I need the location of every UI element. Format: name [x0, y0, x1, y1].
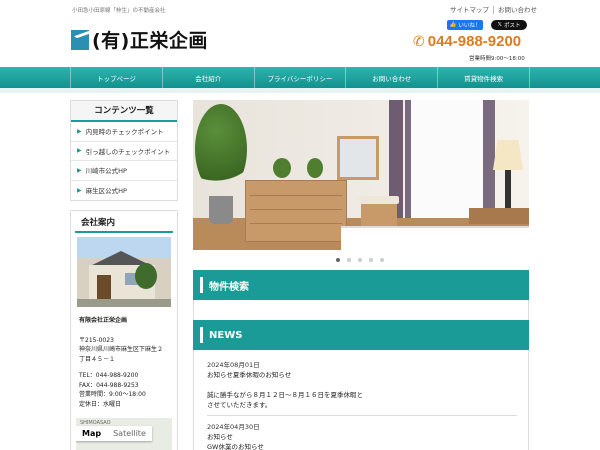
x-post-label: ポスト — [503, 23, 521, 29]
facebook-like-button[interactable]: 👍 いいね！ — [447, 20, 483, 30]
property-search-heading: 物件検索 — [193, 270, 529, 300]
company-hours: 営業時間：9:00～18:00 — [79, 391, 146, 398]
slider-pagination — [336, 258, 384, 262]
arrow-right-icon: ▶ — [77, 186, 82, 194]
x-logo-icon: 𝕏 — [497, 22, 502, 28]
map-tab-satellite[interactable]: Satellite — [107, 426, 152, 441]
news-list: 2024年08月01日 お知らせ夏季休暇のお知らせ 誠に勝手ながら８月１２日～８… — [207, 360, 517, 450]
sidebar-item-label: 内見時のチェックポイント — [85, 128, 164, 137]
news-heading: NEWS — [193, 320, 529, 350]
logo-text: (有)正栄企画 — [92, 30, 208, 52]
arrow-right-icon: ▶ — [77, 166, 82, 174]
news-date: 2024年04月30日 — [207, 423, 260, 431]
site-tagline: 小田急小田原線「柿生」の不動産会社 — [72, 8, 166, 14]
news-body: させていただきます。 — [207, 401, 272, 409]
site-logo[interactable]: (有)正栄企画 — [71, 26, 208, 53]
company-name: 有限会社正栄企画 — [79, 317, 128, 324]
slider-dot[interactable] — [358, 258, 362, 262]
news-body: GW休業のお知らせ — [207, 443, 264, 450]
nav-item-top[interactable]: トップページ — [70, 67, 163, 88]
hero-slider[interactable] — [193, 100, 529, 250]
news-divider — [207, 415, 517, 416]
company-title: 会社案内 — [75, 211, 173, 233]
sidebar-item-label: 引っ越しのチェックポイント — [85, 147, 171, 156]
phone-icon: ✆ — [413, 33, 425, 50]
slider-dot[interactable] — [369, 258, 373, 262]
news-item: 2024年08月01日 お知らせ夏季休暇のお知らせ 誠に勝手ながら８月１２日～８… — [207, 360, 517, 410]
nav-item-privacy[interactable]: プライバシーポリシー — [255, 67, 347, 88]
map-tab-map[interactable]: Map — [76, 426, 107, 441]
sitemap-link[interactable]: サイトマップ — [446, 6, 494, 14]
company-postal: 〒215-0023 — [79, 336, 114, 344]
nav-item-rental-search[interactable]: 賃貸物件検索 — [438, 67, 530, 88]
global-nav: トップページ 会社紹介 プライバシーポリシー お問い合わせ 賃貸物件検索 — [0, 67, 600, 88]
logo-mark-icon — [71, 29, 89, 50]
arrow-right-icon: ▶ — [77, 147, 82, 155]
sidebar-item-label: 麻生区公式HP — [85, 187, 127, 196]
news-item: 2024年04月30日 お知らせ GW休業のお知らせ — [207, 422, 517, 450]
company-closed-day: 定休日：水曜日 — [79, 400, 122, 408]
news-body: 誠に勝手ながら８月１２日～８月１６日を夏季休暇と — [207, 391, 363, 399]
company-building-photo — [77, 237, 171, 307]
company-tel: TEL：044-988-9200 — [79, 372, 139, 379]
slider-dot[interactable] — [336, 258, 340, 262]
slider-dot[interactable] — [380, 258, 384, 262]
nav-item-contact[interactable]: お問い合わせ — [346, 67, 439, 88]
company-info: 有限会社正栄企画 〒215-0023 神奈川県川崎市麻生区下麻生２ 丁目４５－１… — [71, 316, 177, 409]
news-title[interactable]: お知らせ夏季休暇のお知らせ — [207, 370, 517, 380]
facebook-like-label: いいね！ — [458, 23, 481, 29]
sidebar-item-moving-checkpoints[interactable]: ▶ 引っ越しのチェックポイント — [71, 142, 177, 161]
sidebar-item-asao-hp[interactable]: ▶ 麻生区公式HP — [71, 181, 177, 201]
company-fax: FAX：044-988-9253 — [79, 381, 139, 389]
sidebar-item-kawasaki-hp[interactable]: ▶ 川崎市公式HP — [71, 161, 177, 181]
company-box: 会社案内 有限会社正栄企画 〒215-0023 神奈川県川崎市麻生区下麻生２ 丁… — [70, 210, 178, 450]
embedded-map[interactable]: SHIMOASAO Map Satellite — [76, 418, 172, 450]
social-buttons: 👍 いいね！ 𝕏 ポスト — [447, 20, 527, 30]
company-address-line2: 丁目４５－１ — [79, 355, 116, 363]
thumbs-up-icon: 👍 — [449, 22, 457, 28]
nav-item-company[interactable]: 会社紹介 — [163, 67, 255, 88]
contents-title: コンテンツ一覧 — [71, 101, 177, 122]
nav-underband — [0, 88, 600, 93]
company-address-line1: 神奈川県川崎市麻生区下麻生２ — [79, 346, 164, 353]
map-type-tabs: Map Satellite — [76, 426, 152, 441]
business-hours: 営業時間9:00～18:00 — [469, 56, 525, 62]
phone-number: 044-988-9200 — [427, 33, 522, 50]
phone-block: ✆ 044-988-9200 — [413, 33, 521, 50]
sidebar-item-label: 川崎市公式HP — [85, 167, 127, 176]
x-post-button[interactable]: 𝕏 ポスト — [491, 20, 527, 30]
news-date: 2024年08月01日 — [207, 361, 260, 369]
contact-link[interactable]: お問い合わせ — [494, 6, 541, 14]
contents-box: コンテンツ一覧 ▶ 内見時のチェックポイント ▶ 引っ越しのチェックポイント ▶… — [70, 100, 178, 201]
news-title[interactable]: お知らせ — [207, 432, 517, 442]
top-links: サイトマップ お問い合わせ — [446, 6, 541, 14]
arrow-right-icon: ▶ — [77, 127, 82, 135]
slider-dot[interactable] — [347, 258, 351, 262]
sidebar-item-viewing-checkpoints[interactable]: ▶ 内見時のチェックポイント — [71, 122, 177, 142]
